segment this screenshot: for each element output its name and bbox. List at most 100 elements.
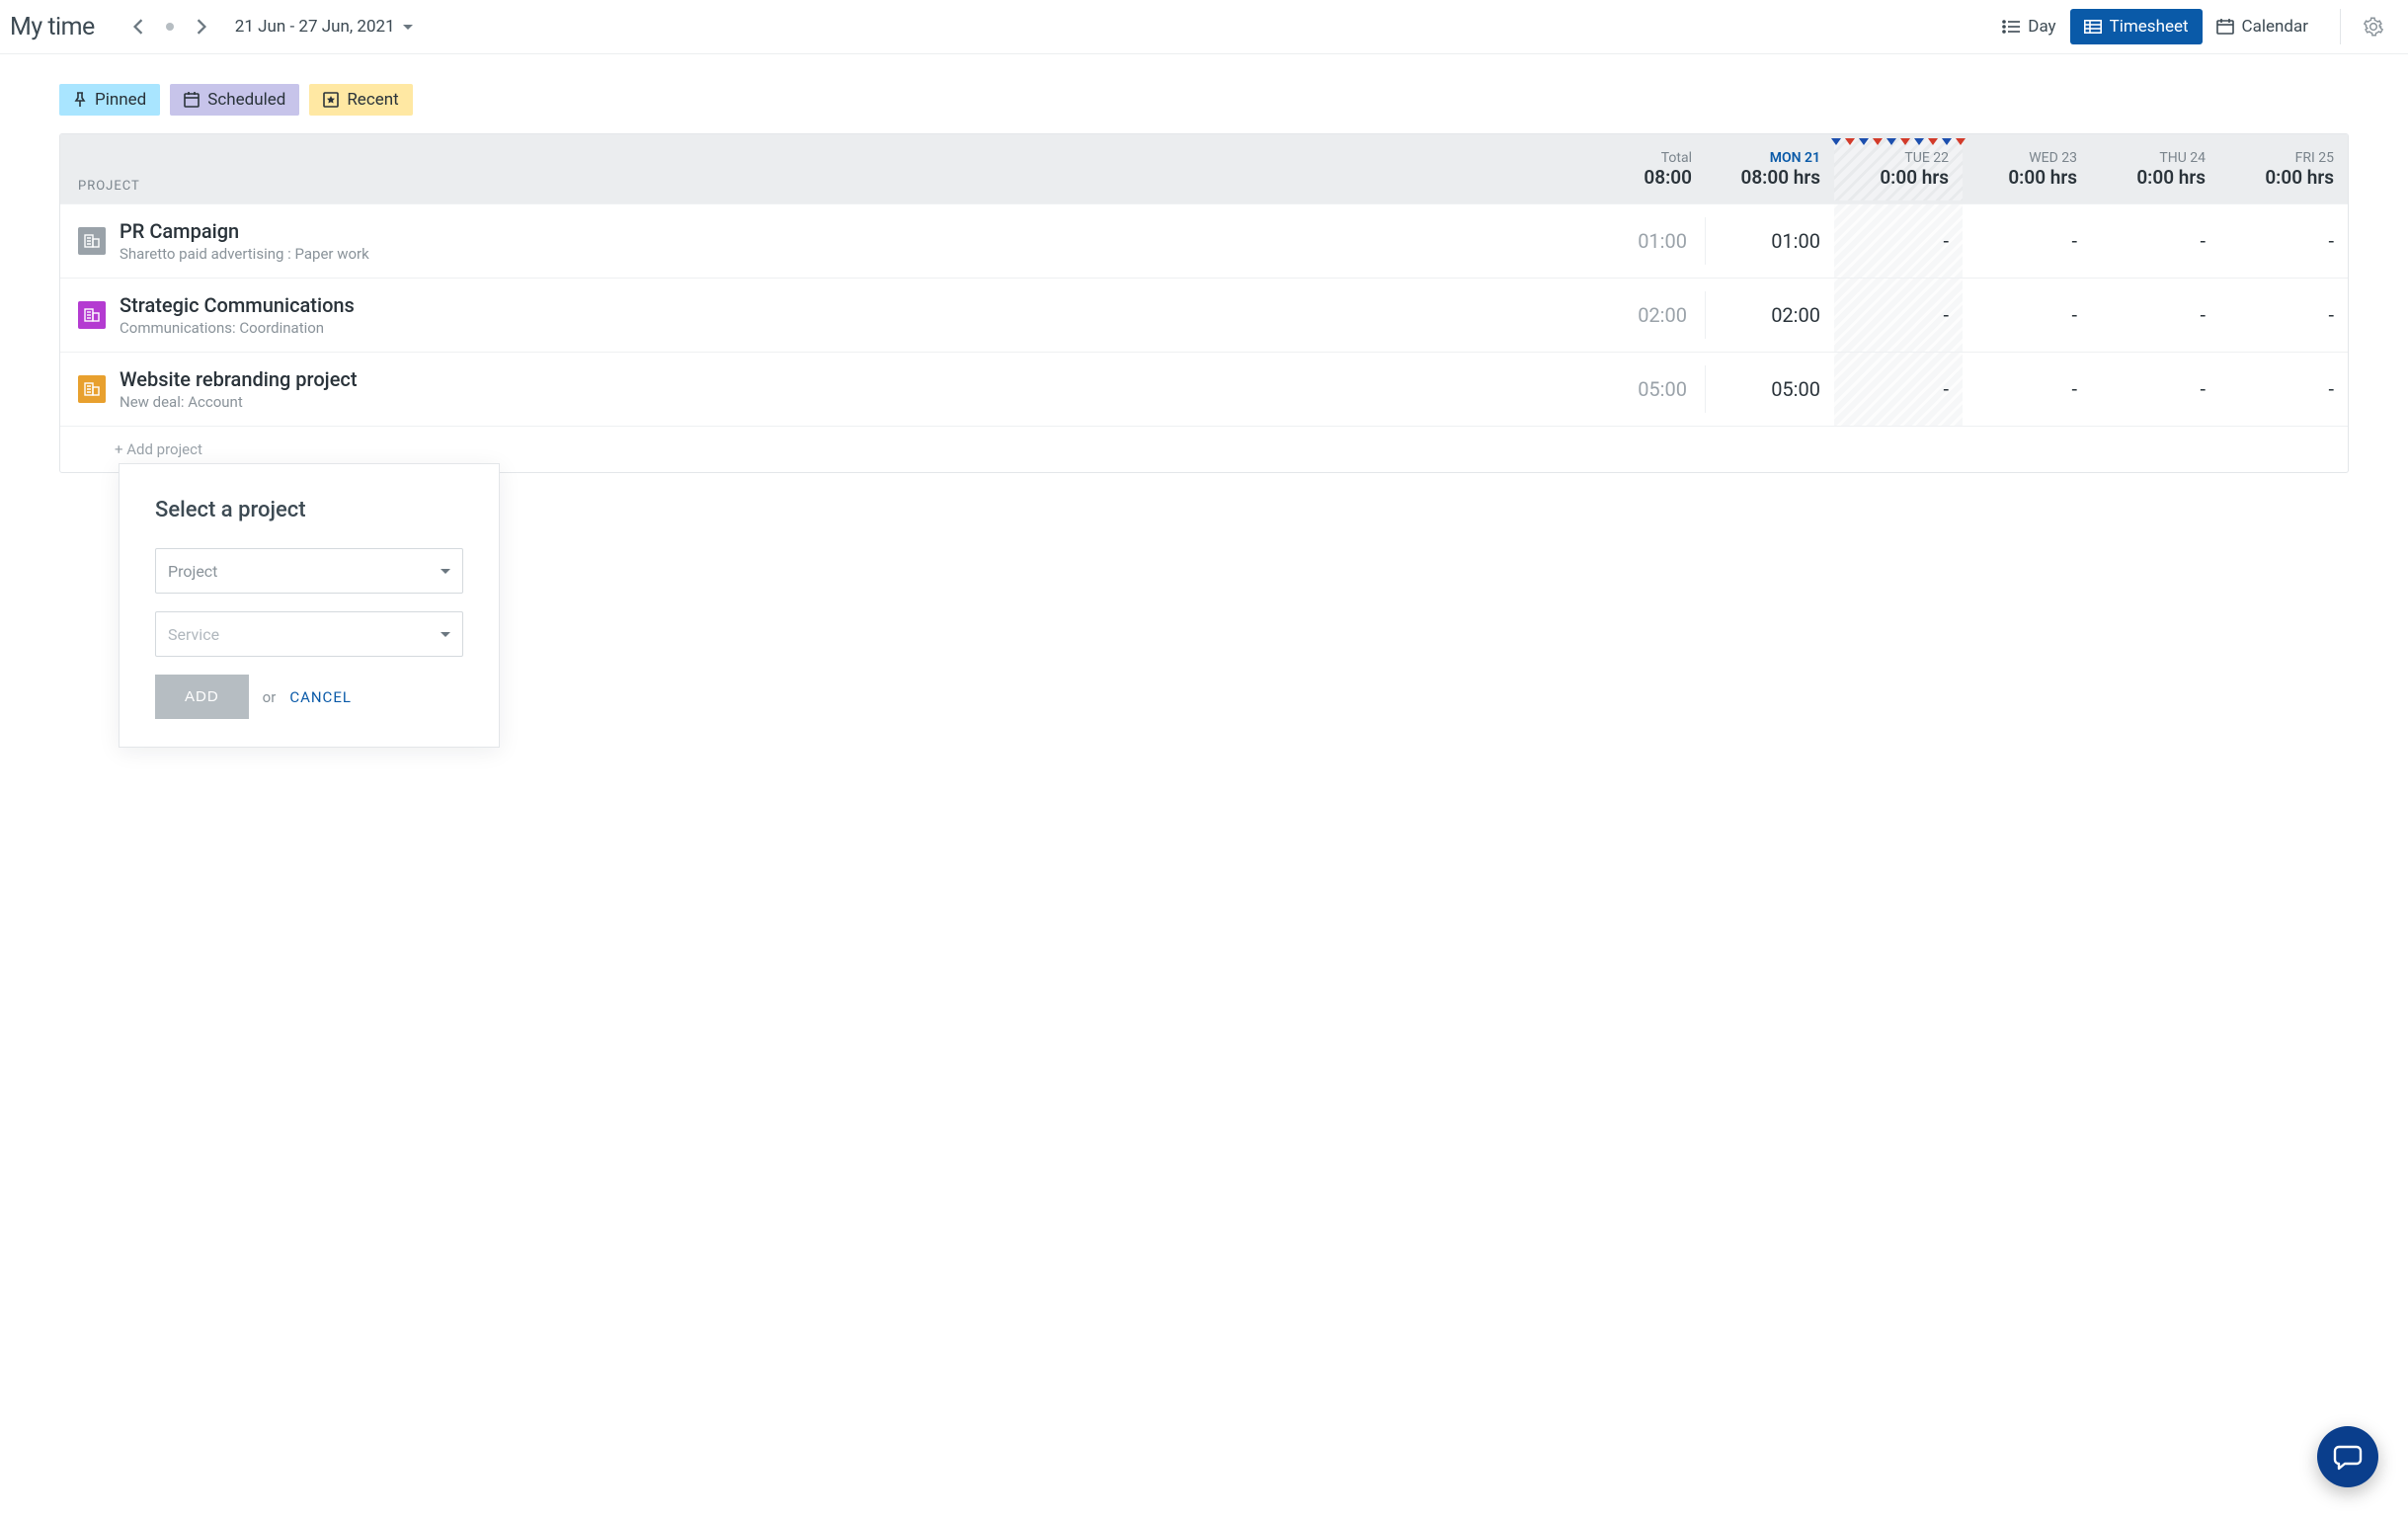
caret-down-icon <box>441 632 450 637</box>
col-day-0[interactable]: MON 21 08:00 hrs <box>1706 138 1834 200</box>
chevron-right-icon <box>197 19 206 35</box>
legend-scheduled[interactable]: Scheduled <box>170 84 299 116</box>
project-title: Website rebranding project <box>120 367 358 391</box>
time-cell[interactable]: 05:00 <box>1706 377 1834 401</box>
time-cell[interactable]: - <box>1963 303 2091 327</box>
service-select[interactable]: Service <box>155 611 463 657</box>
col-day-1-value: 0:00 hrs <box>1834 166 1949 189</box>
col-day-2-label: WED 23 <box>1963 150 2077 166</box>
legend-pinned[interactable]: Pinned <box>59 84 160 116</box>
time-cell[interactable]: - <box>1834 353 1963 426</box>
row-total: 01:00 <box>1587 217 1706 265</box>
add-button[interactable]: ADD <box>155 675 249 719</box>
dot-icon <box>166 23 174 31</box>
col-project-label: PROJECT <box>60 179 1587 203</box>
page-title: My time <box>10 13 124 41</box>
view-calendar-button[interactable]: Calendar <box>2203 9 2322 44</box>
view-day-label: Day <box>2028 17 2055 37</box>
project-subtitle: Sharetto paid advertising : Paper work <box>120 245 369 263</box>
time-cell[interactable]: - <box>2219 303 2348 327</box>
project-cell[interactable]: Website rebranding project New deal: Acco… <box>60 356 1587 423</box>
project-select-placeholder: Project <box>168 562 217 581</box>
time-cell[interactable]: - <box>1963 229 2091 253</box>
content: Pinned Scheduled Recent PROJECT Total 08… <box>0 54 2408 473</box>
view-timesheet-button[interactable]: Timesheet <box>2070 9 2203 44</box>
table-row: Strategic Communications Communications: … <box>60 278 2348 352</box>
col-day-1[interactable]: TUE 22 0:00 hrs <box>1834 138 1963 200</box>
or-text: or <box>263 688 277 706</box>
col-day-3-value: 0:00 hrs <box>2091 166 2206 189</box>
col-day-4-label: FRI 25 <box>2219 150 2334 166</box>
time-cell[interactable]: - <box>2219 377 2348 401</box>
time-cell[interactable]: - <box>2091 303 2219 327</box>
col-day-1-label: TUE 22 <box>1834 150 1949 166</box>
table-header: PROJECT Total 08:00 MON 21 08:00 hrs TUE… <box>60 134 2348 203</box>
project-subtitle: New deal: Account <box>120 393 358 411</box>
time-cell[interactable]: - <box>1834 204 1963 278</box>
project-icon <box>78 301 106 329</box>
select-project-popover: Select a project Project Service ADD or … <box>119 463 500 748</box>
popover-actions: ADD or CANCEL <box>155 675 463 719</box>
col-day-0-label: MON 21 <box>1706 150 1820 166</box>
date-nav <box>124 13 215 40</box>
table-body: PR Campaign Sharetto paid advertising : P… <box>60 203 2348 426</box>
time-cell[interactable]: - <box>2091 377 2219 401</box>
project-cell[interactable]: PR Campaign Sharetto paid advertising : P… <box>60 207 1587 275</box>
legend-pinned-label: Pinned <box>95 90 146 110</box>
pin-icon <box>73 92 87 108</box>
col-total-label: Total <box>1587 150 1692 166</box>
project-icon <box>78 227 106 255</box>
grid-icon <box>2084 20 2102 34</box>
row-total: 05:00 <box>1587 365 1706 413</box>
project-title: PR Campaign <box>120 219 369 243</box>
divider <box>2340 9 2341 44</box>
time-cell[interactable]: 02:00 <box>1706 303 1834 327</box>
project-title: Strategic Communications <box>120 293 355 317</box>
next-week-button[interactable] <box>188 13 215 40</box>
col-total-value: 08:00 <box>1587 166 1692 189</box>
date-range-picker[interactable]: 21 Jun - 27 Jun, 2021 <box>235 17 413 37</box>
today-marker-icon <box>1834 138 1963 146</box>
chat-icon <box>2333 1443 2363 1471</box>
add-project-link[interactable]: + Add project <box>115 440 202 458</box>
project-text: Website rebranding project New deal: Acco… <box>120 367 358 411</box>
calendar-icon <box>2216 19 2234 35</box>
settings-button[interactable] <box>2359 12 2388 41</box>
time-cell[interactable]: 01:00 <box>1706 229 1834 253</box>
time-cell[interactable]: - <box>1963 377 2091 401</box>
timesheet-table: PROJECT Total 08:00 MON 21 08:00 hrs TUE… <box>59 133 2349 473</box>
gear-icon <box>2364 17 2383 37</box>
chat-widget-button[interactable] <box>2317 1426 2378 1487</box>
col-day-2[interactable]: WED 23 0:00 hrs <box>1963 138 2091 200</box>
col-day-0-value: 08:00 hrs <box>1706 166 1820 189</box>
project-cell[interactable]: Strategic Communications Communications: … <box>60 281 1587 349</box>
table-row: PR Campaign Sharetto paid advertising : P… <box>60 203 2348 278</box>
caret-down-icon <box>441 569 450 574</box>
calendar-small-icon <box>184 92 200 108</box>
col-day-3[interactable]: THU 24 0:00 hrs <box>2091 138 2219 200</box>
legend-scheduled-label: Scheduled <box>207 90 285 110</box>
topbar: My time 21 Jun - 27 Jun, 2021 Day Timesh… <box>0 0 2408 54</box>
chevron-left-icon <box>133 19 143 35</box>
cancel-link[interactable]: CANCEL <box>289 688 352 706</box>
col-day-3-label: THU 24 <box>2091 150 2206 166</box>
time-cell[interactable]: - <box>1834 279 1963 352</box>
view-day-button[interactable]: Day <box>1988 9 2069 44</box>
col-total: Total 08:00 <box>1587 138 1706 200</box>
today-button[interactable] <box>156 13 184 40</box>
project-icon <box>78 375 106 403</box>
project-text: Strategic Communications Communications: … <box>120 293 355 337</box>
list-icon <box>2002 20 2020 34</box>
project-select[interactable]: Project <box>155 548 463 594</box>
time-cell[interactable]: - <box>2091 229 2219 253</box>
legend-recent[interactable]: Recent <box>309 84 412 116</box>
time-cell[interactable]: - <box>2219 229 2348 253</box>
row-total: 02:00 <box>1587 291 1706 339</box>
prev-week-button[interactable] <box>124 13 152 40</box>
star-icon <box>323 92 339 108</box>
service-select-placeholder: Service <box>168 625 219 644</box>
col-day-4[interactable]: FRI 25 0:00 hrs <box>2219 138 2348 200</box>
caret-down-icon <box>403 25 413 30</box>
project-subtitle: Communications: Coordination <box>120 319 355 337</box>
date-range-label: 21 Jun - 27 Jun, 2021 <box>235 17 395 37</box>
